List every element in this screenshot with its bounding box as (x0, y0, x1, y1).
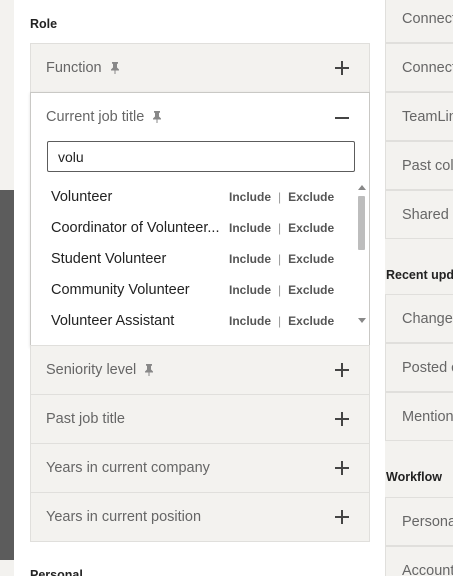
exclude-button[interactable]: Exclude (288, 314, 334, 328)
plus-icon[interactable] (335, 363, 349, 377)
right-filter-item[interactable]: Past col (385, 141, 453, 190)
right-filter-item[interactable]: Mention (385, 392, 453, 441)
right-filter-item[interactable]: Account (385, 546, 453, 576)
include-button[interactable]: Include (229, 221, 271, 235)
personal-heading: Personal (30, 568, 83, 576)
filter-seniority-level[interactable]: Seniority level (30, 345, 370, 395)
role-heading: Role (30, 17, 58, 31)
filter-years-in-current-position[interactable]: Years in current position (30, 492, 370, 542)
right-filter-item[interactable]: Posted c (385, 343, 453, 392)
right-filter-item[interactable]: TeamLin (385, 92, 453, 141)
workflow-heading: Workflow (386, 470, 443, 484)
filter-current-job-title: Current job title Volunteer Include | Ex… (30, 92, 370, 347)
include-button[interactable]: Include (229, 283, 271, 297)
suggestion-item[interactable]: Volunteer Assistant Include | Exclude (51, 305, 351, 331)
scroll-down-icon[interactable] (358, 318, 366, 323)
pin-icon[interactable] (152, 111, 162, 123)
include-button[interactable]: Include (229, 252, 271, 266)
filter-years-in-current-position-label: Years in current position (46, 509, 202, 525)
scroll-up-icon[interactable] (358, 185, 366, 190)
include-button[interactable]: Include (229, 190, 271, 204)
filter-past-job-title[interactable]: Past job title (30, 394, 370, 444)
pin-icon[interactable] (144, 364, 154, 376)
right-filter-item[interactable]: Change (385, 294, 453, 343)
left-edge (0, 0, 14, 576)
plus-icon[interactable] (335, 412, 349, 426)
plus-icon[interactable] (335, 510, 349, 524)
filter-function-label: Function (46, 60, 102, 76)
filter-current-job-title-label: Current job title (46, 109, 145, 125)
scrollbar-thumb[interactable] (358, 196, 365, 250)
job-title-suggestions: Volunteer Include | Exclude Coordinator … (31, 181, 355, 331)
exclude-button[interactable]: Exclude (288, 283, 334, 297)
right-filter-item[interactable]: Shared c (385, 190, 453, 239)
right-column: Connect Connect TeamLin Past col Shared … (370, 0, 453, 576)
suggestion-item[interactable]: Community Volunteer Include | Exclude (51, 274, 351, 305)
filter-past-job-title-label: Past job title (46, 411, 125, 427)
plus-icon[interactable] (335, 461, 349, 475)
job-title-search-input[interactable] (47, 141, 355, 172)
overlay-strip (0, 190, 14, 560)
right-filter-item[interactable]: Persona (385, 497, 453, 546)
exclude-button[interactable]: Exclude (288, 252, 334, 266)
recent-updates-heading: Recent upd (386, 268, 453, 282)
exclude-button[interactable]: Exclude (288, 221, 334, 235)
suggestion-item[interactable]: Coordinator of Volunteer... Include | Ex… (51, 212, 351, 243)
right-filter-item[interactable]: Connect (385, 0, 453, 43)
minus-icon[interactable] (335, 111, 349, 125)
right-filter-item[interactable]: Connect (385, 43, 453, 92)
suggestion-item[interactable]: Student Volunteer Include | Exclude (51, 243, 351, 274)
exclude-button[interactable]: Exclude (288, 190, 334, 204)
plus-icon[interactable] (335, 61, 349, 75)
include-button[interactable]: Include (229, 314, 271, 328)
suggestions-scrollbar[interactable] (355, 182, 369, 326)
pin-icon[interactable] (110, 62, 120, 74)
filter-years-in-current-company[interactable]: Years in current company (30, 443, 370, 493)
filter-years-in-current-company-label: Years in current company (46, 460, 210, 476)
filter-function[interactable]: Function (30, 43, 370, 93)
filter-seniority-level-label: Seniority level (46, 362, 137, 378)
suggestion-item[interactable]: Volunteer Include | Exclude (51, 181, 351, 212)
